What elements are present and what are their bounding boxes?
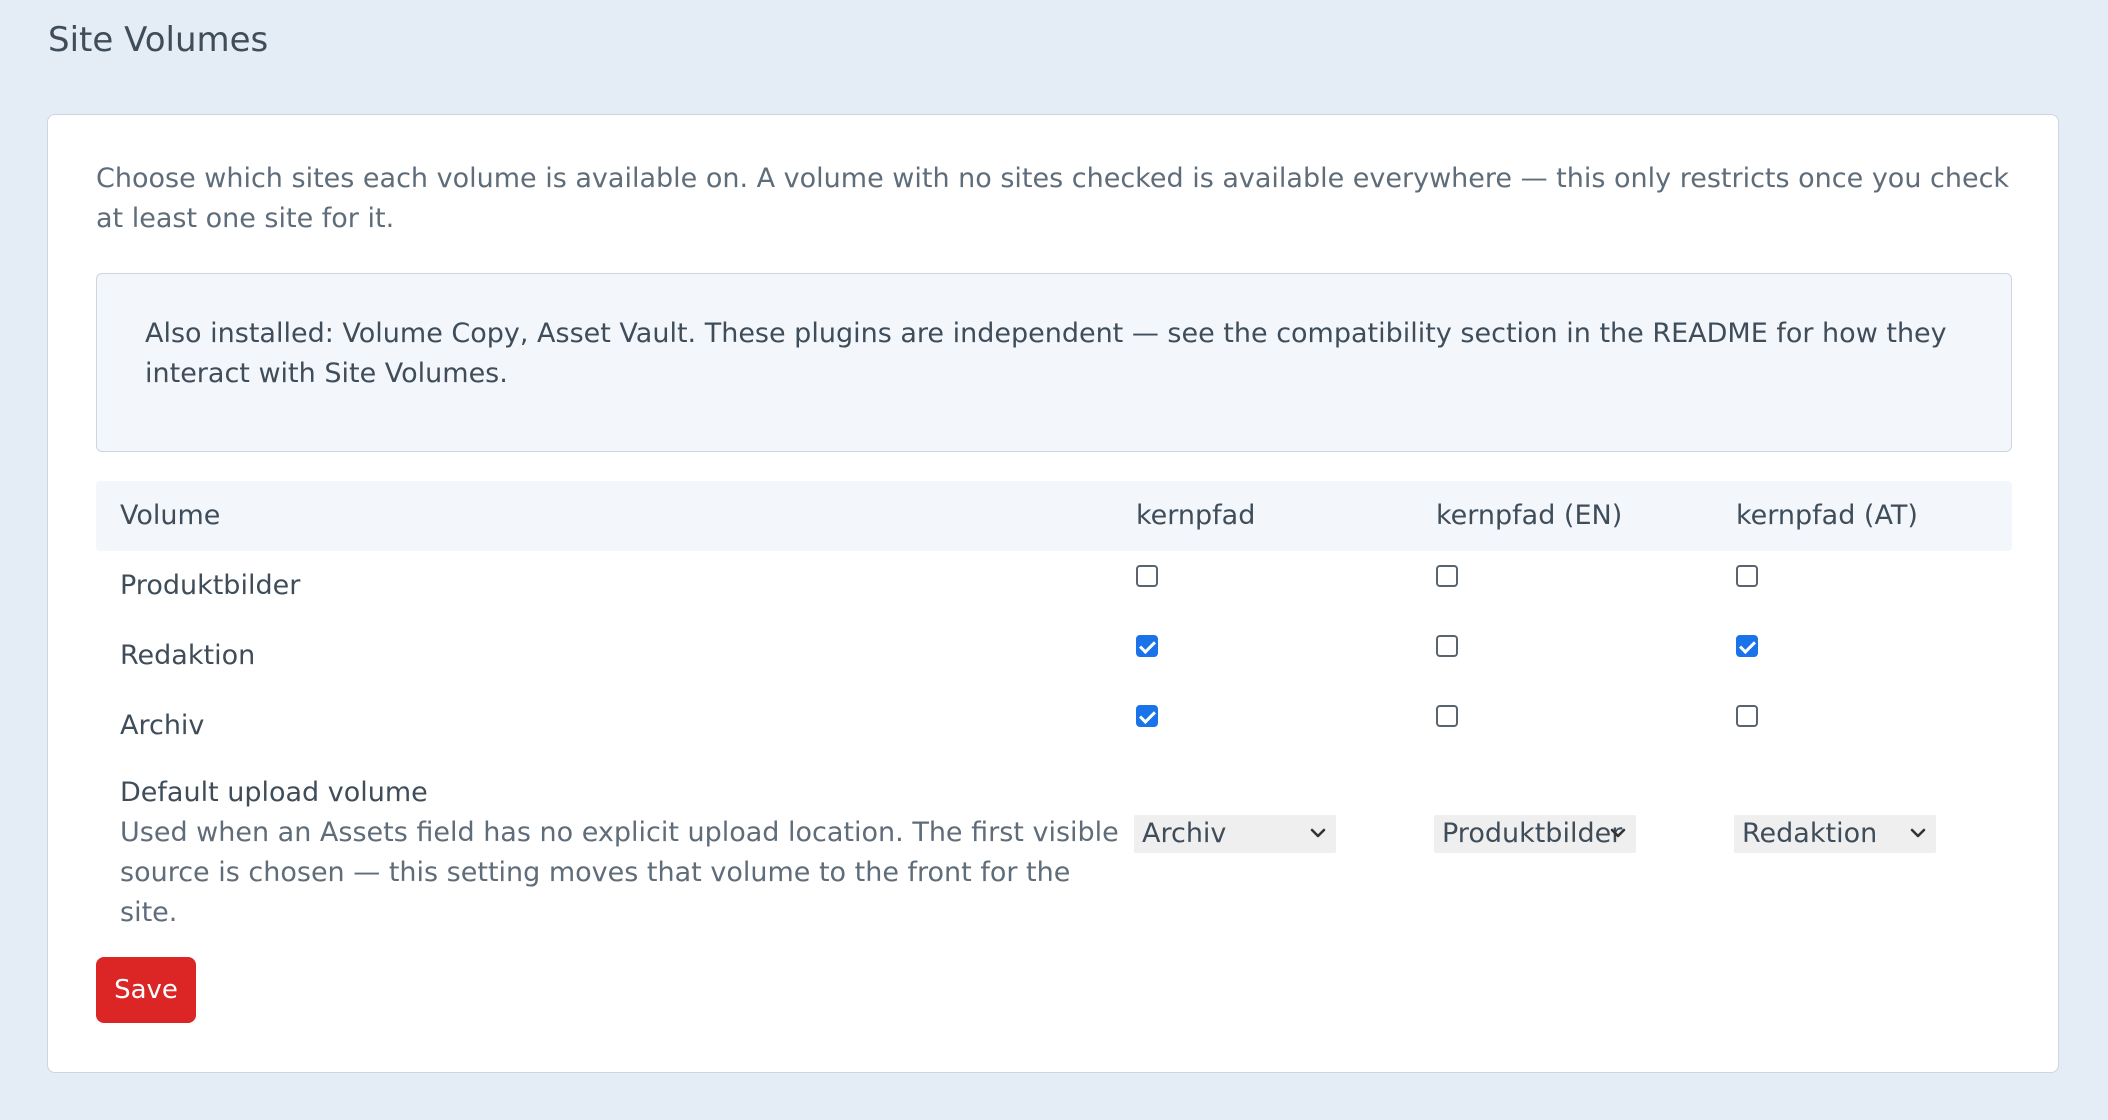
row-label-redaktion: Redaktion — [120, 640, 256, 671]
select-value: Produktbilder — [1442, 818, 1623, 849]
row-label-archiv: Archiv — [120, 710, 205, 741]
chevron-down-icon — [1610, 828, 1626, 838]
settings-card: Choose which sites each volume is availa… — [47, 114, 2059, 1073]
chevron-down-icon — [1910, 828, 1926, 838]
default-upload-select-kernpfad-en[interactable]: Produktbilder — [1434, 815, 1636, 853]
save-button[interactable]: Save — [96, 957, 196, 1023]
row-label-produktbilder: Produktbilder — [120, 570, 301, 601]
select-value: Redaktion — [1742, 818, 1878, 849]
column-header-volume: Volume — [120, 500, 221, 531]
default-upload-description: Used when an Assets field has no explici… — [120, 817, 1119, 928]
default-upload-select-kernpfad-at[interactable]: Redaktion — [1734, 815, 1936, 853]
checkbox-archiv-kernpfad-at[interactable] — [1736, 705, 1758, 727]
column-header-kernpfad: kernpfad — [1136, 500, 1256, 531]
default-upload-label: Default upload volume — [120, 777, 428, 808]
checkbox-produktbilder-kernpfad-at[interactable] — [1736, 565, 1758, 587]
column-header-kernpfad-en: kernpfad (EN) — [1436, 500, 1623, 531]
checkbox-produktbilder-kernpfad[interactable] — [1136, 565, 1158, 587]
default-upload-select-kernpfad[interactable]: Archiv — [1134, 815, 1336, 853]
chevron-down-icon — [1310, 828, 1326, 838]
table-header — [96, 481, 2012, 551]
checkbox-redaktion-kernpfad-en[interactable] — [1436, 635, 1458, 657]
notice-text: Also installed: Volume Copy, Asset Vault… — [145, 318, 1947, 389]
checkbox-redaktion-kernpfad[interactable] — [1136, 635, 1158, 657]
intro-text: Choose which sites each volume is availa… — [96, 163, 2010, 234]
column-header-kernpfad-at: kernpfad (AT) — [1736, 500, 1918, 531]
page-title: Site Volumes — [48, 20, 269, 60]
checkbox-redaktion-kernpfad-at[interactable] — [1736, 635, 1758, 657]
checkbox-archiv-kernpfad[interactable] — [1136, 705, 1158, 727]
plugins-notice: Also installed: Volume Copy, Asset Vault… — [96, 273, 2012, 452]
checkbox-produktbilder-kernpfad-en[interactable] — [1436, 565, 1458, 587]
checkbox-archiv-kernpfad-en[interactable] — [1436, 705, 1458, 727]
select-value: Archiv — [1142, 818, 1227, 849]
